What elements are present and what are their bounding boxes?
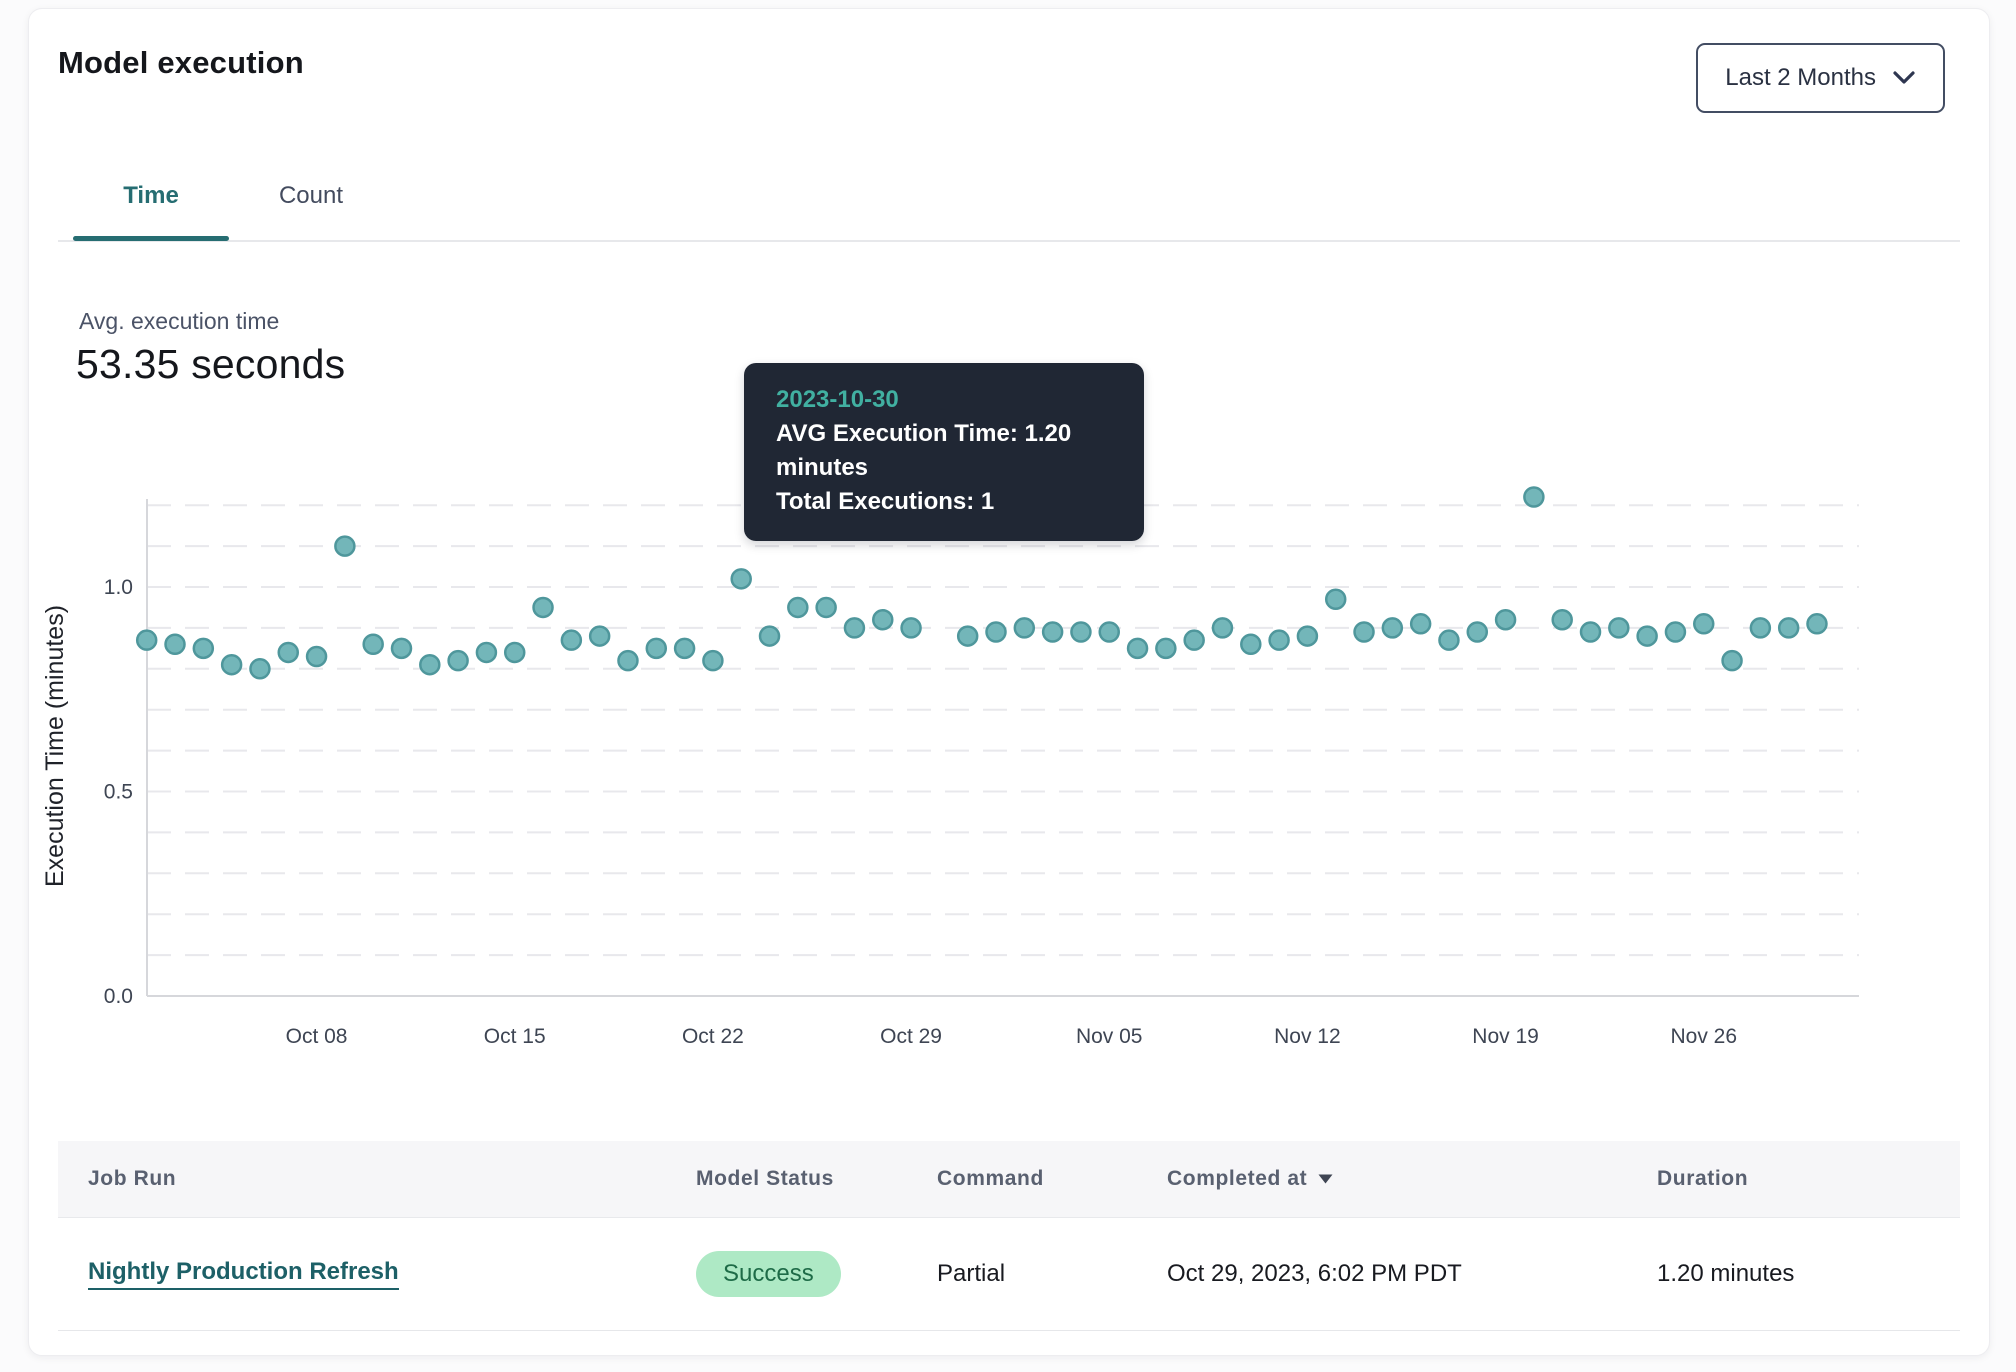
svg-text:Oct 22: Oct 22	[682, 1025, 744, 1048]
table-row: Nightly Production Refresh Success Parti…	[58, 1218, 1960, 1331]
completed-at-cell: Oct 29, 2023, 6:02 PM PDT	[1167, 1218, 1462, 1330]
svg-text:Oct 08: Oct 08	[286, 1025, 348, 1048]
tooltip-avg-line: AVG Execution Time: 1.20 minutes	[776, 417, 1112, 485]
model-execution-card: Model execution Last 2 Months Time Count…	[28, 8, 1990, 1356]
tooltip-date: 2023-10-30	[776, 383, 1112, 417]
svg-text:Oct 29: Oct 29	[880, 1025, 942, 1048]
job-run-cell: Nightly Production Refresh	[88, 1218, 399, 1330]
svg-text:Nov 19: Nov 19	[1472, 1025, 1539, 1048]
header-completed-at[interactable]: Completed at	[1167, 1141, 1334, 1217]
job-run-link[interactable]: Nightly Production Refresh	[88, 1258, 399, 1290]
job-runs-table: Job Run Model Status Command Completed a…	[58, 1141, 1960, 1331]
svg-text:0.0: 0.0	[104, 985, 133, 1008]
svg-text:Nov 05: Nov 05	[1076, 1025, 1143, 1048]
chart-tooltip: 2023-10-30 AVG Execution Time: 1.20 minu…	[744, 363, 1144, 541]
command-cell: Partial	[937, 1218, 1005, 1330]
execution-scatter-chart[interactable]: 0.0 0.5 1.0 Oct 08 Oct 15 Oct 22 Oct 29 Nov 05 N…	[29, 9, 1989, 1129]
svg-text:Execution Time (minutes): Execution Time (minutes)	[41, 605, 69, 887]
tooltip-total-line: Total Executions: 1	[776, 485, 1112, 519]
svg-text:Oct 15: Oct 15	[484, 1025, 546, 1048]
sort-desc-icon[interactable]	[1317, 1167, 1334, 1191]
svg-text:Nov 12: Nov 12	[1274, 1025, 1341, 1048]
svg-text:Nov 26: Nov 26	[1670, 1025, 1737, 1048]
header-job-run[interactable]: Job Run	[88, 1141, 176, 1217]
execution-scatter-svg: 0.0 0.5 1.0 Oct 08 Oct 15 Oct 22 Oct 29 Nov 05 N…	[29, 9, 1989, 1129]
header-model-status[interactable]: Model Status	[696, 1141, 834, 1217]
svg-text:1.0: 1.0	[104, 576, 133, 599]
svg-text:0.5: 0.5	[104, 781, 133, 804]
table-header-row: Job Run Model Status Command Completed a…	[58, 1141, 1960, 1218]
header-duration[interactable]: Duration	[1657, 1141, 1748, 1217]
status-badge: Success	[696, 1251, 841, 1297]
model-status-cell: Success	[696, 1218, 841, 1330]
duration-cell: 1.20 minutes	[1657, 1218, 1794, 1330]
header-command[interactable]: Command	[937, 1141, 1044, 1217]
